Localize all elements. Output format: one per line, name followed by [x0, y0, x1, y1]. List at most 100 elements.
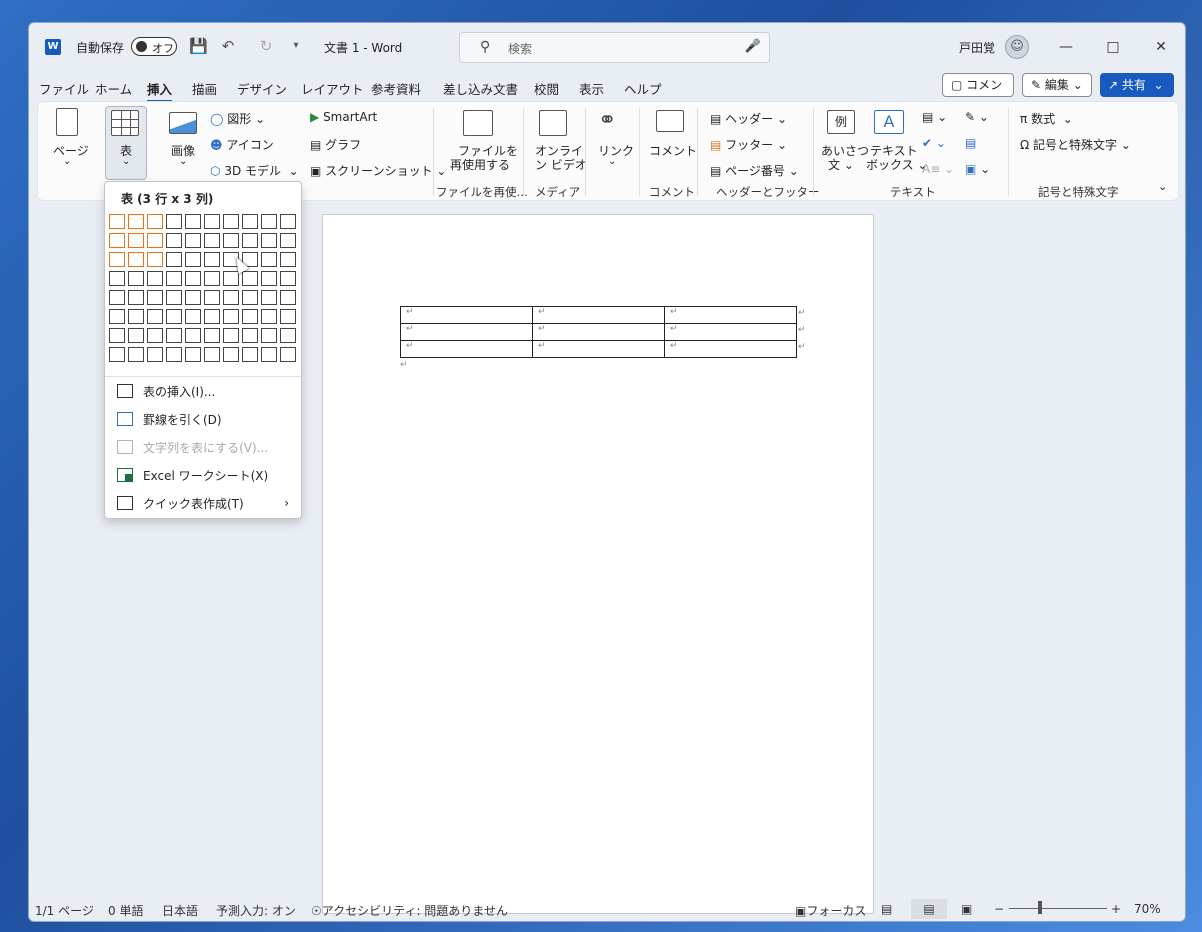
edit-mode-button[interactable]: ✎ 編集 ⌄ [1022, 73, 1092, 97]
table-size-cell[interactable] [242, 271, 258, 286]
table-size-cell[interactable] [204, 252, 220, 267]
tab-help[interactable]: ヘルプ [624, 79, 662, 98]
table-size-cell[interactable] [109, 290, 125, 305]
table-size-cell[interactable] [261, 309, 277, 324]
table-size-cell[interactable] [261, 290, 277, 305]
table-size-cell[interactable] [261, 252, 277, 267]
page-count[interactable]: 1/1 ページ [35, 902, 94, 919]
comment-button[interactable]: ▢ コメント [942, 73, 1014, 114]
table-cell[interactable]: ↵ [664, 340, 797, 358]
zoom-in-button[interactable]: + [1111, 902, 1121, 916]
table-size-cell[interactable] [280, 309, 296, 324]
table-cell[interactable]: ↵ [532, 306, 665, 324]
table-size-cell[interactable] [280, 347, 296, 362]
table-size-cell[interactable] [147, 347, 163, 362]
table-size-cell[interactable] [109, 328, 125, 343]
table-size-cell[interactable] [147, 290, 163, 305]
table-size-cell[interactable] [223, 214, 239, 229]
table-size-cell[interactable] [204, 347, 220, 362]
table-size-cell[interactable] [109, 214, 125, 229]
table-size-cell[interactable] [185, 328, 201, 343]
table-size-cell[interactable] [185, 214, 201, 229]
save-icon[interactable]: 💾 [189, 37, 208, 55]
tab-mailings[interactable]: 差し込み文書 [443, 79, 518, 98]
table-size-cell[interactable] [261, 214, 277, 229]
table-size-cell[interactable] [261, 328, 277, 343]
table-cell[interactable]: ↵ [664, 306, 797, 324]
table-size-cell[interactable] [223, 347, 239, 362]
web-layout-icon[interactable]: ▣ [961, 902, 972, 916]
table-size-cell[interactable] [242, 214, 258, 229]
table-size-cell[interactable] [223, 271, 239, 286]
table-size-cell[interactable] [223, 233, 239, 248]
table-size-cell[interactable] [128, 271, 144, 286]
object-button[interactable]: ▣ ⌄ [965, 162, 990, 176]
excel-worksheet-item[interactable]: Excel ワークシート(X) [117, 464, 268, 486]
maximize-button[interactable]: □ [1101, 35, 1125, 59]
table-size-cell[interactable] [280, 271, 296, 286]
table-size-cell[interactable] [204, 271, 220, 286]
table-size-cell[interactable] [166, 328, 182, 343]
table-size-cell[interactable] [147, 233, 163, 248]
table-size-cell[interactable] [223, 290, 239, 305]
table-size-cell[interactable] [147, 214, 163, 229]
close-button[interactable]: ✕ [1149, 35, 1173, 59]
table-size-cell[interactable] [280, 328, 296, 343]
table-size-cell[interactable] [166, 214, 182, 229]
textbox-line2[interactable]: ボックス ⌄ [866, 156, 928, 173]
table-size-cell[interactable] [185, 347, 201, 362]
chart-button[interactable]: ▤ グラフ [310, 136, 361, 153]
read-mode-icon[interactable]: ▤ [881, 902, 892, 916]
share-button[interactable]: ↗ 共有 ⌄ [1100, 73, 1174, 97]
table-size-cell[interactable] [261, 233, 277, 248]
quick-tables-item[interactable]: クイック表作成(T) › [117, 492, 297, 514]
table-size-cell[interactable] [128, 214, 144, 229]
table-size-cell[interactable] [147, 309, 163, 324]
table-size-cell[interactable] [204, 309, 220, 324]
tab-file[interactable]: ファイル [39, 79, 89, 98]
tab-design[interactable]: デザイン [237, 79, 287, 98]
tab-insert[interactable]: 挿入 [147, 79, 173, 103]
word-count[interactable]: 0 単語 [108, 902, 143, 919]
table-size-cell[interactable] [128, 347, 144, 362]
collapse-ribbon-icon[interactable]: ⌄ [1158, 180, 1167, 193]
page-dropdown-icon[interactable]: ⌄ [63, 156, 71, 167]
link-dropdown-icon[interactable]: ⌄ [608, 156, 616, 167]
table-size-cell[interactable] [166, 271, 182, 286]
symbol-button[interactable]: Ω 記号と特殊文字 ⌄ [1020, 136, 1131, 153]
avatar[interactable]: ☺ [1005, 35, 1029, 59]
reuse-files-line2[interactable]: 再使用する [450, 156, 510, 173]
insert-table-item[interactable]: 表の挿入(I)... [117, 380, 215, 402]
quick-parts-button[interactable]: ▤ ⌄ [922, 110, 947, 124]
table-size-cell[interactable] [280, 233, 296, 248]
table-size-cell[interactable] [147, 252, 163, 267]
new-comment-button[interactable]: コメント [649, 142, 697, 159]
draw-table-item[interactable]: 罫線を引く(D) [117, 408, 222, 430]
table-size-cell[interactable] [185, 233, 201, 248]
tab-review[interactable]: 校閲 [534, 79, 559, 98]
zoom-out-button[interactable]: − [994, 902, 1004, 916]
table-size-cell[interactable] [280, 290, 296, 305]
table-size-cell[interactable] [242, 290, 258, 305]
table-size-cell[interactable] [242, 233, 258, 248]
table-size-cell[interactable] [128, 233, 144, 248]
table-size-cell[interactable] [242, 347, 258, 362]
greeting-line2[interactable]: 文 ⌄ [828, 156, 854, 173]
table-size-cell[interactable] [109, 309, 125, 324]
accessibility-status[interactable]: ☉アクセシビリティ: 問題ありません [311, 902, 508, 919]
table-cell[interactable]: ↵ [532, 323, 665, 341]
table-cell[interactable]: ↵ [664, 323, 797, 341]
minimize-button[interactable]: — [1054, 35, 1078, 59]
footer-button[interactable]: ▤ フッター ⌄ [710, 136, 787, 153]
table-size-cell[interactable] [166, 252, 182, 267]
tab-references[interactable]: 参考資料 [371, 79, 421, 98]
focus-mode-button[interactable]: ▣フォーカス [795, 902, 866, 919]
table-size-cell[interactable] [128, 290, 144, 305]
table-size-cell[interactable] [242, 309, 258, 324]
table-size-cell[interactable] [166, 233, 182, 248]
table-size-cell[interactable] [147, 328, 163, 343]
document-table[interactable]: ↵ ↵ ↵ ↵ ↵ ↵ ↵ ↵ ↵ [400, 306, 797, 358]
table-size-cell[interactable] [185, 252, 201, 267]
online-video-line2[interactable]: ン ビデオ [535, 156, 587, 173]
table-cell[interactable]: ↵ [400, 306, 533, 324]
